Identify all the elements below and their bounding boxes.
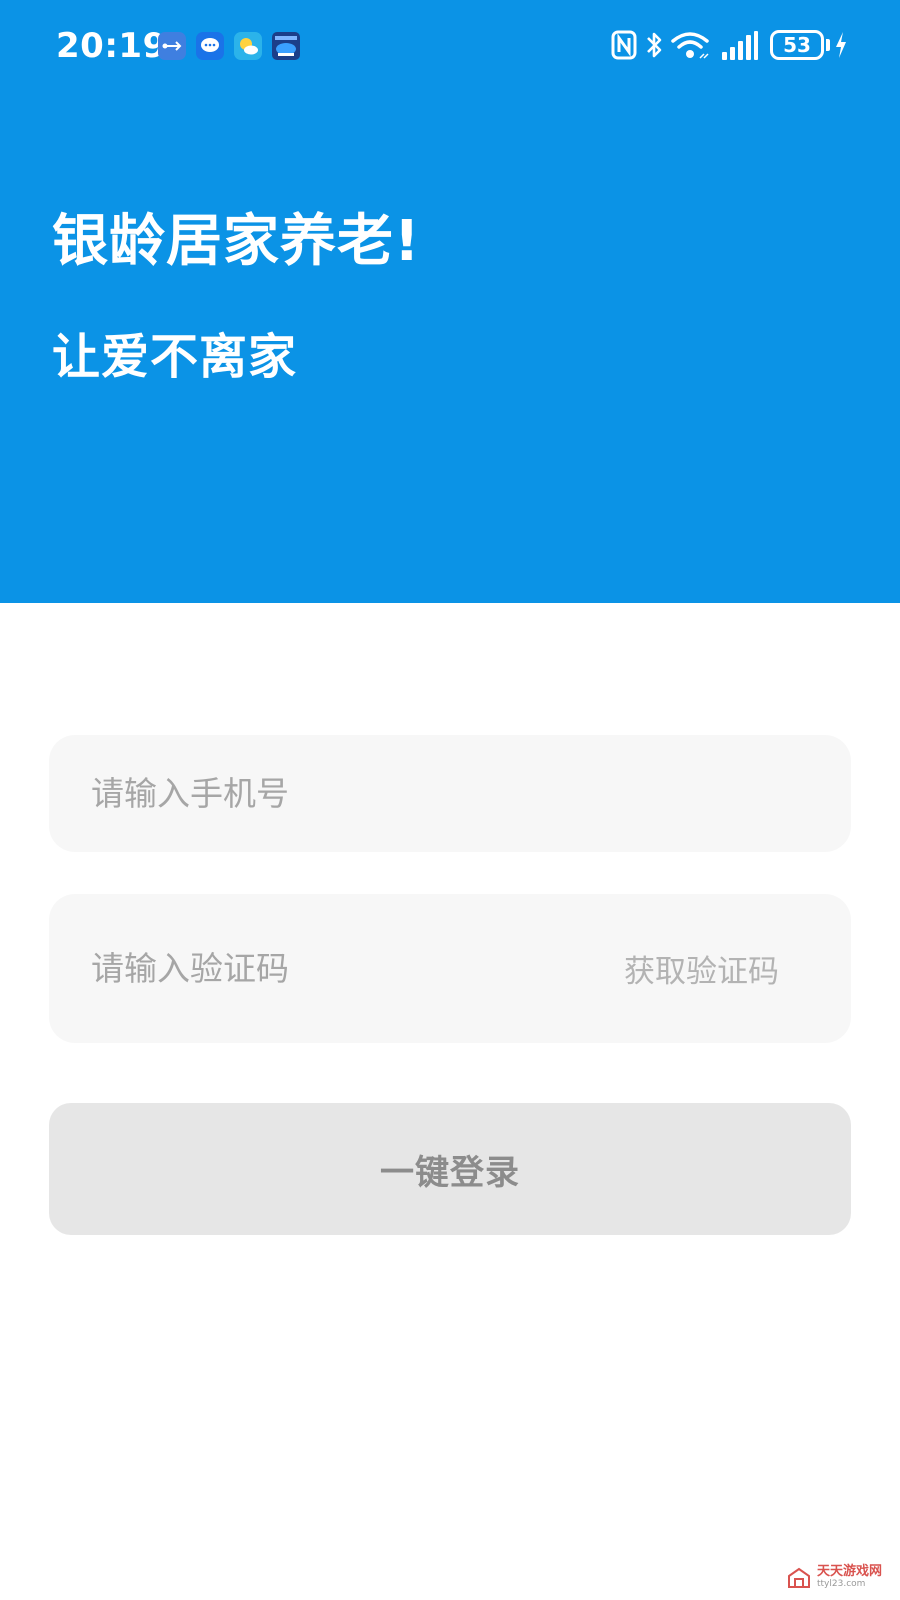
login-screen: 20:19 53 银龄居家养老! 让爱不离家 请输入手机号 请输入验证码 获取验… — [0, 0, 900, 1600]
status-time: 20:19 — [56, 26, 167, 66]
watermark-text: 天天游戏网 — [817, 1564, 883, 1579]
status-bar: 20:19 53 — [0, 0, 900, 96]
verification-code-field: 获取验证码 — [49, 894, 851, 1043]
nfc-icon — [611, 30, 637, 60]
system-status-icons: 53 — [610, 28, 846, 64]
watermark-url: ttyl23.com — [817, 1579, 866, 1589]
verification-code-input[interactable] — [91, 894, 571, 1043]
weather-icon — [234, 32, 262, 60]
bluetooth-icon — [647, 32, 662, 58]
hero-banner: 20:19 53 银龄居家养老! 让爱不离家 — [0, 0, 900, 603]
phone-field — [49, 735, 851, 852]
get-code-button[interactable]: 获取验证码 — [624, 894, 779, 1043]
signal-icon — [722, 31, 758, 60]
charging-icon — [836, 32, 846, 58]
hero-subtitle: 让爱不离家 — [52, 329, 298, 385]
watermark-logo-icon — [788, 1567, 810, 1588]
usb-icon — [158, 32, 186, 60]
hero-title: 银龄居家养老! — [52, 209, 421, 274]
watermark: 天天游戏网 ttyl23.com — [787, 1564, 882, 1592]
app-icon — [272, 32, 300, 60]
one-click-login-button[interactable]: 一键登录 — [49, 1103, 851, 1235]
battery-icon: 53 — [770, 30, 824, 60]
wifi-icon — [671, 32, 709, 59]
message-icon — [196, 32, 224, 60]
phone-input[interactable] — [91, 735, 811, 852]
battery-tip — [826, 39, 830, 51]
